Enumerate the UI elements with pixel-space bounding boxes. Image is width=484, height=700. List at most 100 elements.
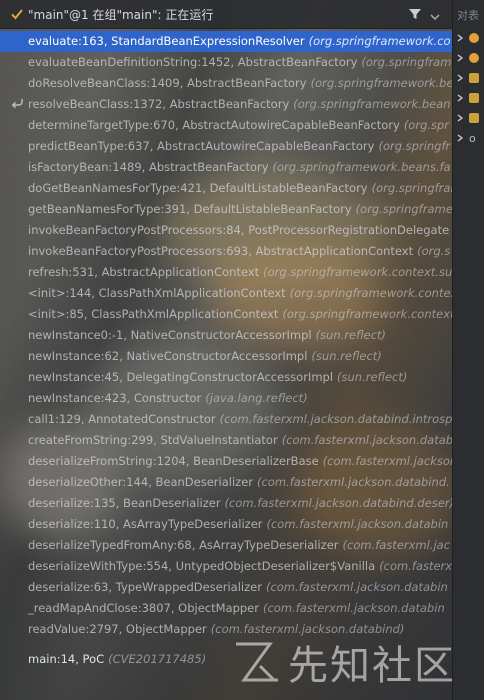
variable-row[interactable] bbox=[455, 108, 479, 128]
expand-arrow-icon[interactable] bbox=[455, 93, 465, 103]
frame-method: main:14, PoC bbox=[28, 652, 105, 666]
expand-arrow-icon[interactable] bbox=[455, 133, 465, 143]
stack-frame-row[interactable]: deserializeOther:144, BeanDeserializer (c… bbox=[0, 472, 452, 493]
list-icon bbox=[469, 93, 479, 103]
frame-method: newInstance:423, Constructor bbox=[28, 391, 202, 405]
stack-frame-row[interactable]: determineTargetType:670, AbstractAutowir… bbox=[0, 115, 452, 136]
frame-method: deserializeTypedFromAny:68, AsArrayTypeD… bbox=[28, 538, 339, 552]
frame-package: (org.springframework.context.su bbox=[263, 265, 452, 279]
frame-package: (com.fasterxml.jackson bbox=[322, 454, 452, 468]
expand-arrow-icon[interactable] bbox=[455, 73, 465, 83]
watermark: 先知社区 bbox=[230, 632, 456, 692]
frame-method: evaluate:163, StandardBeanExpressionReso… bbox=[28, 34, 305, 48]
frame-package: (org.springframework.co bbox=[308, 34, 451, 48]
stack-frame-row[interactable]: newInstance:423, Constructor (java.lang.r… bbox=[0, 388, 452, 409]
stack-frame-row[interactable]: doResolveBeanClass:1409, AbstractBeanFac… bbox=[0, 73, 452, 94]
expand-arrow-icon[interactable] bbox=[455, 53, 465, 63]
debugger-thread-header[interactable]: "main"@1 在组"main": 正在运行 bbox=[0, 0, 452, 29]
frame-method: _readMapAndClose:3807, ObjectMapper bbox=[28, 601, 259, 615]
variable-row[interactable] bbox=[455, 88, 479, 108]
call-stack-frames: evaluate:163, StandardBeanExpressionReso… bbox=[0, 28, 452, 700]
drop-frame-icon[interactable] bbox=[10, 94, 24, 109]
stack-frame-row[interactable]: <init>:85, ClassPathXmlApplicationContex… bbox=[0, 304, 452, 325]
frame-method: newInstance:45, DelegatingConstructorAcc… bbox=[28, 370, 334, 384]
frame-method: createFromString:299, StdValueInstantiat… bbox=[28, 433, 278, 447]
frame-package: (org.springfram bbox=[371, 181, 452, 195]
variables-pane: 对表 o bbox=[453, 0, 484, 700]
stack-frame-row[interactable]: _readMapAndClose:3807, ObjectMapper (com.… bbox=[0, 598, 452, 619]
frame-package: (sun.reflect) bbox=[315, 328, 386, 342]
stack-frame-row[interactable]: resolveBeanClass:1372, AbstractBeanFacto… bbox=[0, 94, 452, 115]
frame-method: call1:129, AnnotatedConstructor bbox=[28, 412, 216, 426]
stack-frame-row[interactable]: deserializeTypedFromAny:68, AsArrayTypeD… bbox=[0, 535, 452, 556]
frame-package: (org.springframework.be bbox=[310, 76, 452, 90]
frame-method: determineTargetType:670, AbstractAutowir… bbox=[28, 118, 400, 132]
frame-package: (org.springfr bbox=[378, 139, 451, 153]
stack-frame-row[interactable]: call1:129, AnnotatedConstructor (com.fast… bbox=[0, 409, 452, 430]
frame-package: (org.springframework.bean bbox=[293, 97, 451, 111]
frame-method: evaluateBeanDefinitionString:1452, Abstr… bbox=[28, 55, 358, 69]
stack-frame-row[interactable]: doGetBeanNamesForType:421, DefaultListab… bbox=[0, 178, 452, 199]
expand-arrow-icon[interactable] bbox=[455, 33, 465, 43]
frame-method: deserializeFromString:1204, BeanDeserial… bbox=[28, 454, 319, 468]
frame-method: readValue:2797, ObjectMapper bbox=[28, 622, 207, 636]
stack-frame-row[interactable]: createFromString:299, StdValueInstantiat… bbox=[0, 430, 452, 451]
frame-package: (sun.reflect) bbox=[337, 370, 408, 384]
stack-frame-row[interactable]: refresh:531, AbstractApplicationContext(… bbox=[0, 262, 452, 283]
stack-frame-row[interactable]: <init>:144, ClassPathXmlApplicationConte… bbox=[0, 283, 452, 304]
frame-package: (com.fasterxml.jackson.databi bbox=[281, 433, 452, 447]
frame-package: (sun.reflect) bbox=[311, 349, 382, 363]
stack-frame-row[interactable]: isFactoryBean:1489, AbstractBeanFactory(… bbox=[0, 157, 452, 178]
stack-frame-row[interactable]: deserialize:63, TypeWrappedDeserializer(… bbox=[0, 577, 452, 598]
frame-package: (org.springframework.beans.fa bbox=[272, 160, 451, 174]
variable-row[interactable] bbox=[455, 28, 479, 48]
frame-method: invokeBeanFactoryPostProcessors:693, Abs… bbox=[28, 244, 414, 258]
chevron-down-icon[interactable] bbox=[430, 7, 440, 21]
expand-arrow-icon[interactable] bbox=[455, 113, 465, 123]
stack-frame-row[interactable]: newInstance0:-1, NativeConstructorAccess… bbox=[0, 325, 452, 346]
variable-row[interactable] bbox=[455, 68, 479, 88]
list-icon bbox=[469, 113, 479, 123]
list-icon bbox=[469, 73, 479, 83]
stack-frame-row[interactable]: invokeBeanFactoryPostProcessors:84, Post… bbox=[0, 220, 452, 241]
watermark-text: 先知社区 bbox=[288, 643, 456, 689]
check-icon bbox=[6, 0, 28, 28]
frame-package: (com.fasterxml.jackson.databind.introsp bbox=[219, 412, 452, 426]
frame-package: (org.springframework.context bbox=[282, 307, 452, 321]
frame-package: (org.s bbox=[417, 244, 451, 258]
stack-frame-row[interactable]: deserialize:110, AsArrayTypeDeserializer… bbox=[0, 514, 452, 535]
variable-row[interactable] bbox=[455, 48, 479, 68]
stack-frame-row[interactable]: evaluateBeanDefinitionString:1452, Abstr… bbox=[0, 52, 452, 73]
frame-method: doResolveBeanClass:1409, AbstractBeanFac… bbox=[28, 76, 307, 90]
frame-package: (org.springframework.contex bbox=[289, 286, 452, 300]
variables-title: 对表 bbox=[457, 9, 479, 22]
frame-package: (com.fasterx bbox=[379, 559, 452, 573]
stack-frame-row[interactable]: deserializeWithType:554, UntypedObjectDe… bbox=[0, 556, 452, 577]
stack-frame-row[interactable]: newInstance:62, NativeConstructorAccesso… bbox=[0, 346, 452, 367]
stack-frame-row[interactable]: deserialize:135, BeanDeserializer (com.fa… bbox=[0, 493, 452, 514]
frame-method: isFactoryBean:1489, AbstractBeanFactory bbox=[28, 160, 269, 174]
frame-package: (com.fasterxml.jackson.databind.deser) bbox=[224, 496, 452, 510]
filter-icon[interactable] bbox=[408, 6, 422, 20]
stack-frame-row[interactable]: deserializeFromString:1204, BeanDeserial… bbox=[0, 451, 452, 472]
frame-package: (com.fasterxml.jac bbox=[342, 538, 451, 552]
frame-package: (com.fasterxml.jackson.databin bbox=[262, 601, 445, 615]
frame-package: (com.fasterxml.jackson.databin bbox=[266, 517, 449, 531]
frame-method: deserializeWithType:554, UntypedObjectDe… bbox=[28, 559, 376, 573]
stack-frame-row[interactable]: predictBeanType:637, AbstractAutowireCap… bbox=[0, 136, 452, 157]
stack-frame-row[interactable]: evaluate:163, StandardBeanExpressionReso… bbox=[0, 31, 452, 52]
frame-package: (org.spr bbox=[403, 118, 450, 132]
frame-package: (com.fasterxml.jackson.databin bbox=[265, 580, 448, 594]
frame-method: invokeBeanFactoryPostProcessors:84, Post… bbox=[28, 223, 450, 237]
stack-frame-row[interactable]: newInstance:45, DelegatingConstructorAcc… bbox=[0, 367, 452, 388]
variable-row[interactable]: o bbox=[455, 128, 476, 148]
thread-title: "main"@1 在组"main": 正在运行 bbox=[28, 7, 214, 22]
stack-frame-row[interactable]: invokeBeanFactoryPostProcessors:693, Abs… bbox=[0, 241, 452, 262]
frame-method: deserialize:63, TypeWrappedDeserializer bbox=[28, 580, 262, 594]
frame-method: resolveBeanClass:1372, AbstractBeanFacto… bbox=[28, 97, 290, 111]
frame-method: <init>:144, ClassPathXmlApplicationConte… bbox=[28, 286, 286, 300]
watermark-logo-icon bbox=[230, 636, 282, 688]
frame-method: deserialize:110, AsArrayTypeDeserializer bbox=[28, 517, 263, 531]
stack-frame-row[interactable]: getBeanNamesForType:391, DefaultListable… bbox=[0, 199, 452, 220]
frame-package: (com.fasterxml.jackson.databind. bbox=[257, 475, 450, 489]
